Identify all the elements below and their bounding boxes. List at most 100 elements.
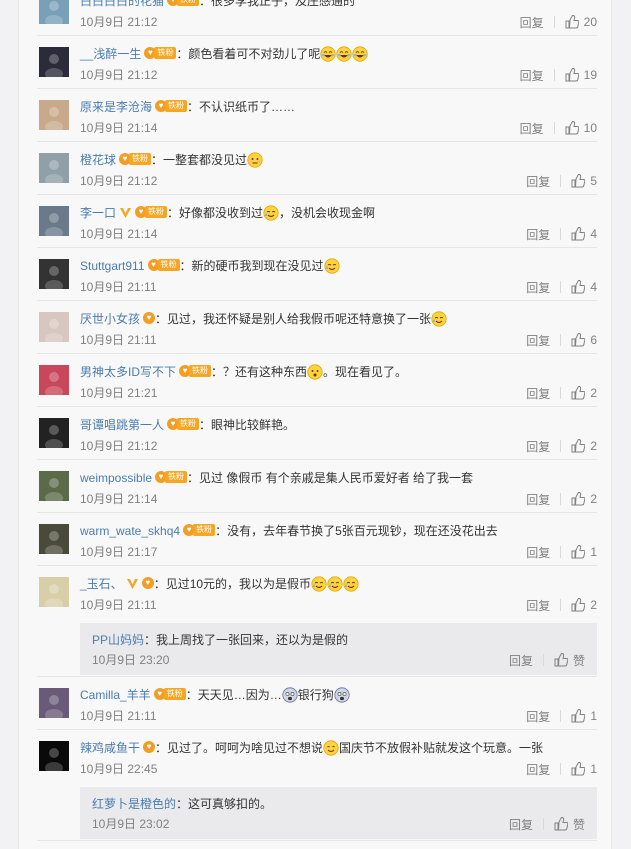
username-link[interactable]: _玉石、 [80, 577, 123, 591]
avatar[interactable] [39, 741, 69, 771]
reply-button[interactable]: 回复 [520, 67, 544, 84]
comment-item: __浅醉一生 ♥ 铁粉 ：颜色看着可不对劲儿了呢 10月9日 21:12 回复 19 [37, 36, 597, 89]
reply-button[interactable]: 回复 [526, 597, 550, 614]
username-link[interactable]: 辣鸡咸鱼干 [80, 741, 140, 755]
username-link[interactable]: weimpossible [80, 471, 152, 485]
timestamp: 10月9日 21:14 [80, 492, 158, 506]
username-link[interactable]: 红萝卜是橙色的 [92, 797, 176, 811]
emoji-cry-laugh-icon [311, 576, 327, 592]
comment-text: 白白白白的花猫♥铁粉：很多李我正子，及庄感通的 [80, 0, 355, 10]
username-link[interactable]: PP山妈妈 [92, 633, 144, 647]
fan-badge: ♥铁粉 [155, 100, 188, 112]
avatar[interactable] [39, 259, 69, 289]
sub-reply-body: 我上周找了一张回来，还以为是假的 [156, 633, 349, 647]
thumbs-up-icon [571, 227, 586, 241]
reply-button[interactable]: 回复 [526, 761, 550, 778]
comment-actions: 回复 19 [520, 67, 597, 83]
sub-reply-body: 这可真够扣的。 [188, 797, 273, 811]
action-divider [560, 334, 562, 346]
thumbs-up-icon [571, 333, 586, 347]
like-button[interactable]: 1 [571, 762, 597, 776]
like-button[interactable]: 赞 [554, 652, 585, 669]
reply-button[interactable]: 回复 [526, 173, 550, 190]
colon: ： [176, 47, 189, 61]
timestamp: 10月9日 21:17 [80, 545, 158, 559]
colon: ： [155, 741, 168, 755]
comment-actions: 回复 2 [526, 438, 597, 454]
like-button[interactable]: 2 [571, 386, 597, 400]
username-link[interactable]: 厌世小女孩 [80, 312, 140, 326]
like-button[interactable]: 2 [571, 598, 597, 612]
username-link[interactable]: Camilla_羊羊 [80, 688, 151, 702]
fan-badge: ♥铁粉 [183, 524, 216, 536]
comment-body: 颜色看着可不对劲儿了呢 [188, 47, 321, 61]
like-count: 10 [583, 121, 597, 135]
reply-button[interactable]: 回复 [526, 544, 550, 561]
colon: ： [211, 365, 224, 379]
reply-button[interactable]: 回复 [509, 652, 533, 669]
comment-text: 哥谭唱跳第一人 ♥ 铁粉 ：眼神比较鲜艳。 [80, 416, 295, 434]
avatar[interactable] [39, 365, 69, 395]
comment-actions: 回复 10 [520, 120, 597, 136]
reply-button[interactable]: 回复 [526, 708, 550, 725]
thumbs-up-icon [554, 653, 568, 667]
like-button[interactable]: 20 [565, 15, 597, 29]
like-button[interactable]: 赞 [554, 816, 585, 833]
like-count: 20 [583, 15, 597, 29]
avatar[interactable] [39, 688, 69, 718]
comment-text: __浅醉一生 ♥ 铁粉 ：颜色看着可不对劲儿了呢 [80, 45, 368, 63]
timestamp: 10月9日 22:45 [80, 762, 158, 776]
avatar[interactable] [39, 0, 69, 24]
username-link[interactable]: Stuttgart911 [80, 259, 145, 273]
reply-button[interactable]: 回复 [520, 120, 544, 137]
like-button[interactable]: 5 [571, 174, 597, 188]
like-button[interactable]: 6 [571, 333, 597, 347]
avatar[interactable] [39, 418, 69, 448]
like-button[interactable]: 4 [571, 227, 597, 241]
avatar[interactable] [39, 471, 69, 501]
reply-button[interactable]: 回复 [526, 385, 550, 402]
thumbs-up-icon [571, 280, 586, 294]
reply-button[interactable]: 回复 [526, 438, 550, 455]
username-link[interactable]: 哥谭唱跳第一人 [80, 418, 164, 432]
like-button[interactable]: 2 [571, 439, 597, 453]
like-button[interactable]: 4 [571, 280, 597, 294]
username-link[interactable]: __浅醉一生 [80, 47, 141, 61]
comment-item: Stuttgart911 ♥ 铁粉 ：新的硬币我到现在没见过 10月9日 21:11 回复… [37, 248, 597, 301]
avatar[interactable] [39, 577, 69, 607]
reply-button[interactable]: 回复 [526, 279, 550, 296]
avatar[interactable] [39, 524, 69, 554]
reply-button[interactable]: 回复 [526, 226, 550, 243]
timestamp: 10月9日 21:11 [80, 709, 157, 723]
comment-body: 见过 像假币 有个亲戚是集人民币爱好者 给了我一套 [199, 471, 474, 485]
like-button[interactable]: 10 [565, 121, 597, 135]
like-button[interactable]: 19 [565, 68, 597, 82]
username-link[interactable]: 橙花球 [80, 153, 116, 167]
reply-button[interactable]: 回复 [526, 491, 550, 508]
username-link[interactable]: 李一口 [80, 206, 116, 220]
comment-item: 厌世小女孩 ♥ ：见过，我还怀疑是别人给我假币呢还特意换了一张 10月9日 21:11… [37, 301, 597, 354]
comment-body: 见过了。呵呵为啥见过不想说 [167, 741, 324, 755]
avatar[interactable] [39, 100, 69, 130]
like-button[interactable]: 1 [571, 545, 597, 559]
reply-button[interactable]: 回复 [526, 332, 550, 349]
comment-actions: 回复 4 [526, 279, 597, 295]
username-link[interactable]: 原来是李沧海 [80, 100, 152, 114]
reply-button[interactable]: 回复 [509, 816, 533, 833]
username-link[interactable]: 白白白白的花猫 [80, 0, 164, 8]
like-button[interactable]: 1 [571, 709, 597, 723]
avatar[interactable] [39, 206, 69, 236]
reply-button[interactable]: 回复 [520, 14, 544, 31]
avatar[interactable] [39, 47, 69, 77]
comment-actions: 回复 4 [526, 226, 597, 242]
username-link[interactable]: 男神太多ID写不下 [80, 365, 176, 379]
avatar[interactable] [39, 153, 69, 183]
action-divider [560, 710, 562, 722]
like-count: 2 [590, 439, 597, 453]
avatar[interactable] [39, 312, 69, 342]
username-link[interactable]: warm_wate_skhq4 [80, 524, 180, 538]
action-divider [542, 654, 544, 666]
sub-reply-actions: 回复 赞 [509, 816, 585, 832]
sub-reply-text: PP山妈妈：我上周找了一张回来，还以为是假的 [92, 631, 348, 649]
like-button[interactable]: 2 [571, 492, 597, 506]
